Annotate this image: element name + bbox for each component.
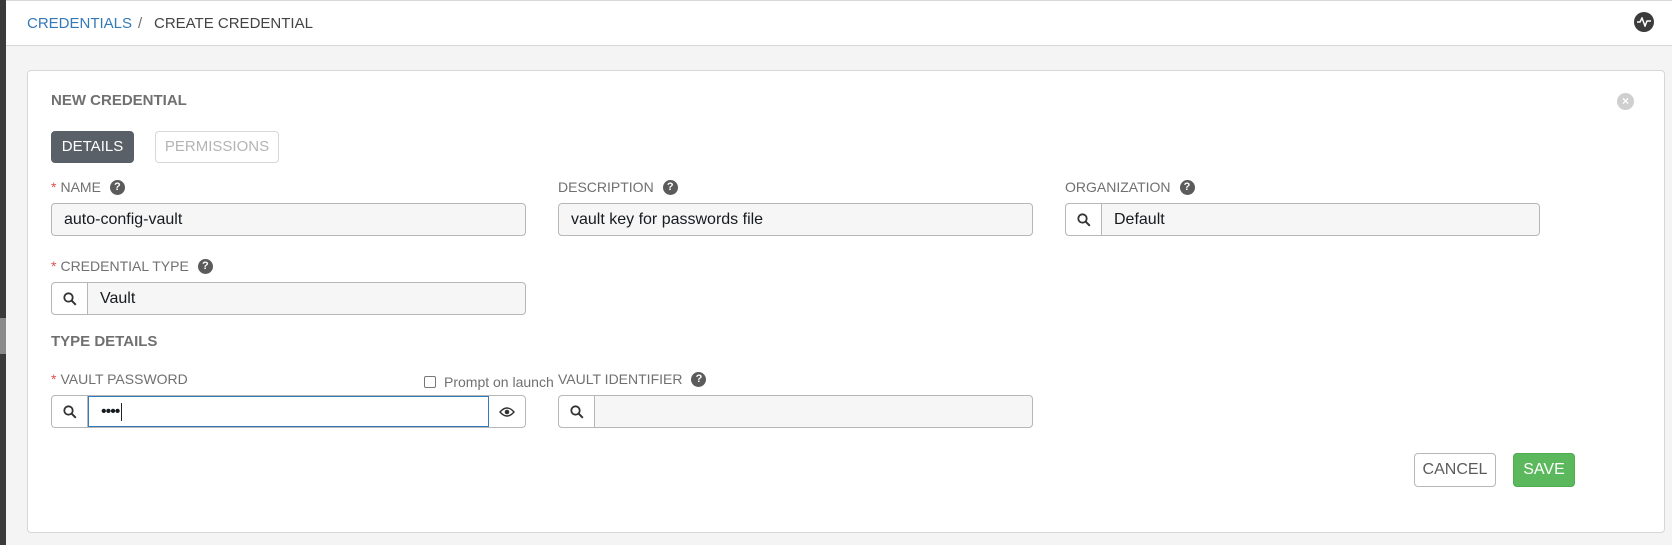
required-marker: *	[51, 179, 57, 195]
name-value: auto-config-vault	[64, 210, 183, 228]
help-icon[interactable]: ?	[109, 179, 125, 195]
prompt-on-launch-checkbox[interactable]	[424, 376, 436, 388]
credential-type-lookup[interactable]: Vault	[51, 282, 526, 315]
vault-password-group: ••••	[51, 395, 526, 428]
vault-password-label-text: VAULT PASSWORD	[60, 371, 188, 387]
close-icon[interactable]: ×	[1617, 93, 1634, 110]
left-rail	[0, 0, 6, 545]
name-label-text: NAME	[60, 179, 101, 195]
type-details-heading: TYPE DETAILS	[51, 333, 158, 350]
vault-identifier-label-text: VAULT IDENTIFIER	[558, 371, 683, 387]
credential-type-value: Vault	[100, 289, 136, 307]
tab-permissions[interactable]: PERMISSIONS	[155, 131, 279, 163]
help-icon[interactable]: ?	[197, 258, 213, 274]
description-value: vault key for passwords file	[571, 210, 764, 228]
credential-type-label-text: CREDENTIAL TYPE	[60, 258, 189, 274]
description-input[interactable]: vault key for passwords file	[558, 203, 1033, 236]
search-icon[interactable]	[52, 283, 88, 314]
prompt-on-launch-label: Prompt on launch	[444, 374, 554, 390]
required-marker: *	[51, 371, 57, 387]
vault-password-label: * VAULT PASSWORD	[51, 371, 188, 387]
description-label: DESCRIPTION ?	[558, 179, 678, 195]
organization-label-text: ORGANIZATION	[1065, 179, 1171, 195]
description-label-text: DESCRIPTION	[558, 179, 654, 195]
prompt-on-launch[interactable]: Prompt on launch	[424, 374, 554, 390]
breadcrumb-credentials-link[interactable]: CREDENTIALS	[27, 15, 132, 32]
vault-identifier-label: VAULT IDENTIFIER ?	[558, 371, 707, 387]
activity-stream-icon[interactable]	[1634, 12, 1654, 32]
panel-title: NEW CREDENTIAL	[51, 92, 187, 109]
breadcrumb-bar: CREDENTIALS / CREATE CREDENTIAL	[6, 0, 1672, 46]
breadcrumb-separator: /	[138, 15, 143, 32]
cancel-button[interactable]: CANCEL	[1414, 453, 1496, 487]
name-label: * NAME ?	[51, 179, 125, 195]
help-icon[interactable]: ?	[1179, 179, 1195, 195]
left-rail-marker	[0, 318, 6, 354]
breadcrumb-current: CREATE CREDENTIAL	[154, 15, 313, 32]
required-marker: *	[51, 258, 57, 274]
credential-type-label: * CREDENTIAL TYPE ?	[51, 258, 213, 274]
new-credential-panel: NEW CREDENTIAL × DETAILS PERMISSIONS * N…	[27, 70, 1665, 533]
vault-password-value: ••••	[101, 402, 120, 420]
text-caret	[121, 402, 123, 421]
search-icon[interactable]	[52, 396, 88, 427]
name-input[interactable]: auto-config-vault	[51, 203, 526, 236]
vault-identifier-input[interactable]	[558, 395, 1033, 428]
show-password-eye-icon[interactable]	[489, 396, 525, 427]
search-icon[interactable]	[1066, 204, 1102, 235]
organization-lookup[interactable]: Default	[1065, 203, 1540, 236]
vault-password-input[interactable]: ••••	[88, 396, 489, 427]
organization-value: Default	[1114, 210, 1165, 228]
search-icon[interactable]	[559, 396, 595, 427]
tab-details[interactable]: DETAILS	[51, 131, 134, 163]
help-icon[interactable]: ?	[691, 371, 707, 387]
organization-label: ORGANIZATION ?	[1065, 179, 1195, 195]
save-button[interactable]: SAVE	[1513, 453, 1575, 487]
help-icon[interactable]: ?	[662, 179, 678, 195]
